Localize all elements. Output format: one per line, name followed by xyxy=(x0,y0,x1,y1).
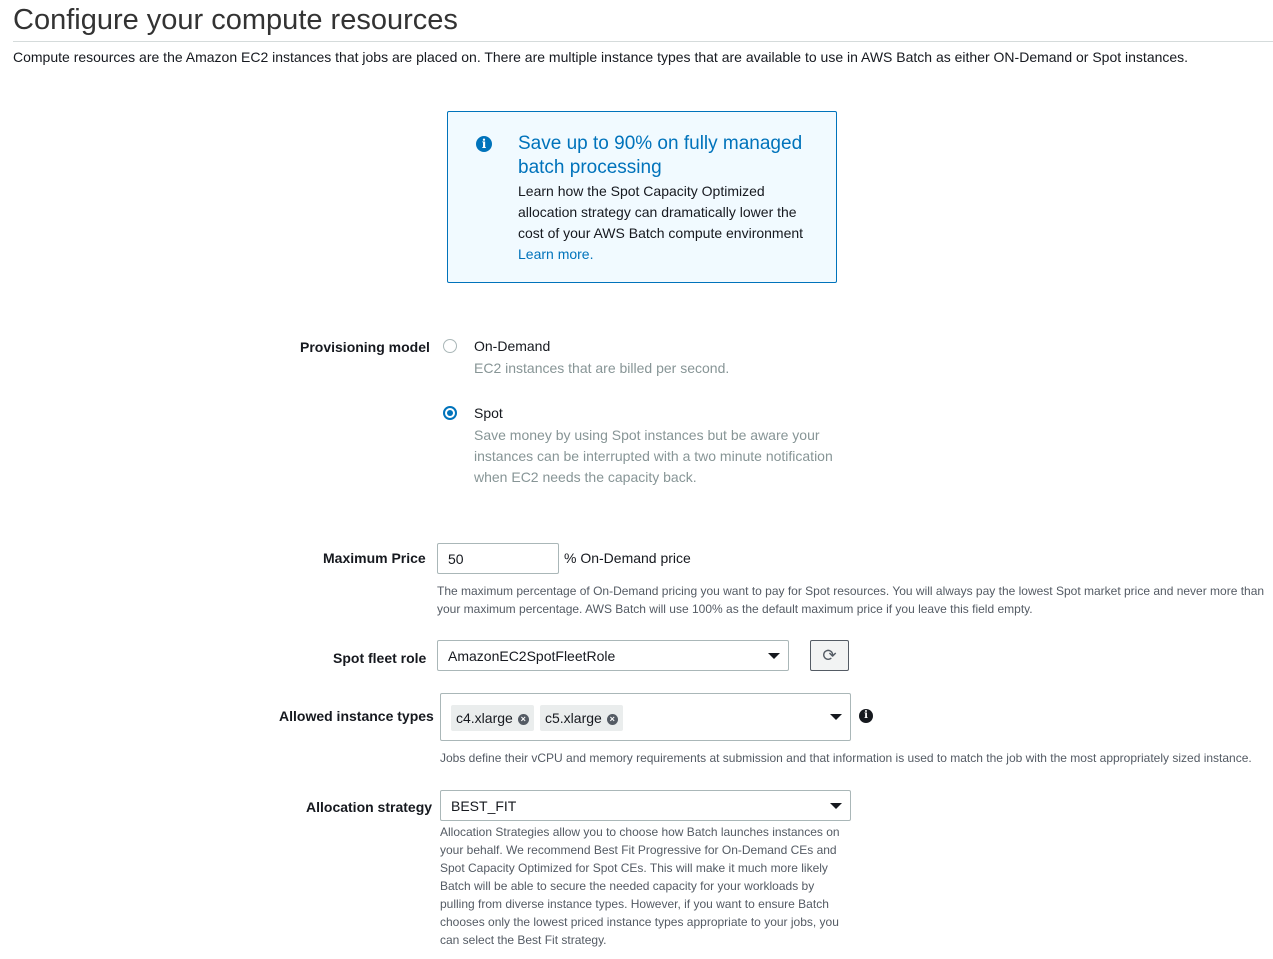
maximum-price-input[interactable] xyxy=(437,543,559,574)
info-box-title: Save up to 90% on fully managed batch pr… xyxy=(518,133,803,178)
title-divider xyxy=(13,41,1273,42)
token-label: c5.xlarge xyxy=(545,710,602,726)
allocation-strategy-select[interactable]: BEST_FIT xyxy=(440,790,851,821)
instance-type-token: c4.xlarge × xyxy=(451,705,534,731)
spot-fleet-role-label: Spot fleet role xyxy=(333,650,427,666)
instance-type-token: c5.xlarge × xyxy=(540,705,623,731)
allocation-strategy-help: Allocation Strategies allow you to choos… xyxy=(440,825,840,947)
learn-more-link[interactable]: Learn more. xyxy=(518,244,593,265)
refresh-icon: ⟳ xyxy=(822,646,837,665)
spot-option-title: Spot xyxy=(474,405,503,421)
info-circle-icon: i xyxy=(476,136,492,152)
spot-info-box: i Save up to 90% on fully managed batch … xyxy=(447,111,837,283)
on-demand-option-title: On-Demand xyxy=(474,338,551,354)
info-icon[interactable]: i xyxy=(859,709,873,723)
spot-fleet-role-select[interactable]: AmazonEC2SpotFleetRole xyxy=(437,640,789,671)
maximum-price-label: Maximum Price xyxy=(323,550,426,566)
chevron-down-icon xyxy=(830,803,842,809)
spot-fleet-role-value: AmazonEC2SpotFleetRole xyxy=(448,648,616,664)
chevron-down-icon xyxy=(768,653,780,659)
page-title: Configure your compute resources xyxy=(13,4,458,36)
chevron-down-icon xyxy=(830,714,842,720)
remove-token-icon[interactable]: × xyxy=(606,713,618,725)
info-box-body: Learn how the Spot Capacity Optimized al… xyxy=(518,183,804,241)
refresh-button[interactable]: ⟳ xyxy=(810,640,849,671)
allowed-instance-types-label: Allowed instance types xyxy=(279,708,434,724)
token-label: c4.xlarge xyxy=(456,710,513,726)
page-description: Compute resources are the Amazon EC2 ins… xyxy=(13,49,1189,65)
instance-types-help: Jobs define their vCPU and memory requir… xyxy=(440,751,1252,765)
remove-token-icon[interactable]: × xyxy=(517,713,529,725)
instance-types-multiselect[interactable]: c4.xlarge × c5.xlarge × xyxy=(440,693,851,741)
maximum-price-suffix: % On-Demand price xyxy=(564,550,691,566)
allocation-strategy-label: Allocation strategy xyxy=(306,799,433,815)
maximum-price-help: The maximum percentage of On-Demand pric… xyxy=(437,584,1265,616)
radio-on-demand[interactable] xyxy=(443,339,457,353)
on-demand-option-description: EC2 instances that are billed per second… xyxy=(474,360,730,376)
spot-option-description: Save money by using Spot instances but b… xyxy=(474,427,833,485)
allocation-strategy-value: BEST_FIT xyxy=(451,798,517,814)
radio-spot[interactable] xyxy=(443,406,457,420)
provisioning-model-label: Provisioning model xyxy=(300,339,430,355)
